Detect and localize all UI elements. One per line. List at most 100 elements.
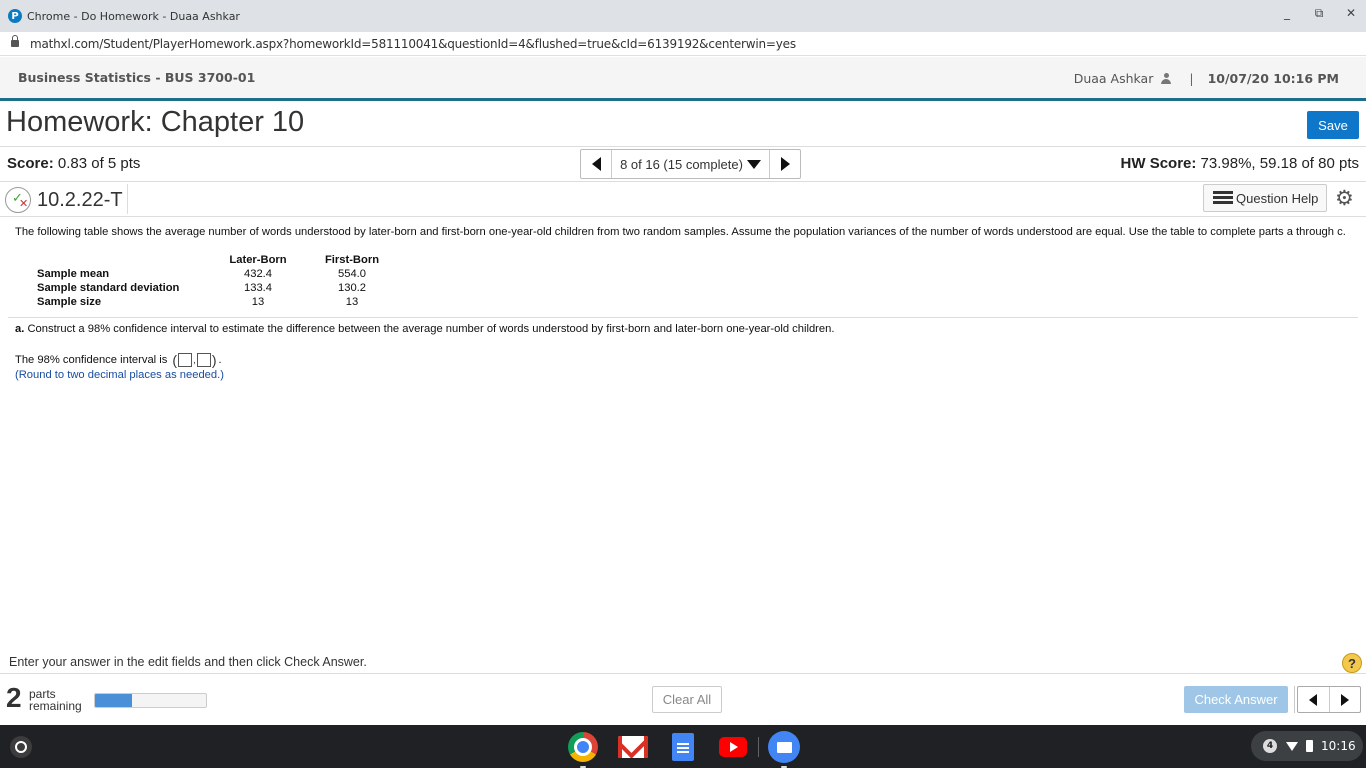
question-selector-dropdown[interactable]: 8 of 16 (15 complete) (612, 150, 769, 178)
progress-fill (95, 694, 132, 707)
minimize-icon[interactable]: _ (1280, 6, 1294, 21)
next-question-button[interactable] (769, 150, 800, 178)
ci-answer-group: ( , ) (172, 352, 216, 368)
arrow-left-icon (1309, 693, 1318, 706)
ci-comma: , (193, 354, 196, 366)
table-cell: 133.4 (244, 282, 272, 294)
chrome-icon (568, 732, 598, 762)
score-value: 0.83 of 5 pts (57, 155, 141, 172)
hw-score-label: HW Score: (1120, 155, 1197, 172)
table-row: Sample size 13 13 (33, 295, 399, 309)
part-a-question: a. Construct a 98% confidence interval t… (15, 323, 834, 335)
docs-icon (672, 733, 694, 761)
address-bar[interactable]: mathxl.com/Student/PlayerHomework.aspx?h… (0, 32, 1366, 56)
rounding-hint: (Round to two decimal places as needed.) (15, 369, 224, 381)
window-controls: _ ⧉ ✕ (1280, 6, 1358, 21)
row-label: Sample mean (37, 268, 110, 280)
system-tray[interactable]: 4 10:16 (1251, 731, 1363, 761)
youtube-icon (719, 737, 747, 757)
clear-all-button[interactable]: Clear All (652, 686, 722, 713)
course-header: Business Statistics - BUS 3700-01 Duaa A… (0, 57, 1366, 101)
launcher-icon[interactable] (10, 736, 32, 758)
user-info: Duaa Ashkar | 10/07/20 10:16 PM (1074, 71, 1339, 86)
arrow-right-icon (780, 157, 790, 171)
ci-open-paren: ( (172, 352, 178, 368)
pearson-app-icon: P (8, 9, 22, 23)
question-progress-text: 8 of 16 (15 complete) (620, 156, 743, 172)
next-question-button[interactable] (1330, 687, 1361, 712)
files-app[interactable] (768, 731, 800, 768)
dock-separator (758, 737, 759, 757)
parts-label-line2: remaining (29, 699, 82, 713)
table-cell: 130.2 (338, 282, 366, 294)
hw-score: HW Score: 73.98%, 59.18 of 80 pts (1121, 155, 1359, 172)
row-label: Sample size (37, 296, 102, 308)
row-label: Sample standard deviation (37, 282, 180, 294)
notification-count-badge: 4 (1263, 739, 1277, 753)
question-help-label: Question Help (1236, 190, 1319, 206)
battery-icon (1306, 740, 1313, 752)
confidence-interval-line: The 98% confidence interval is ( , ) . (15, 352, 222, 368)
part-a-label: a. (15, 323, 25, 335)
answer-instruction: Enter your answer in the edit fields and… (9, 655, 367, 669)
system-clock: 10:16 (1321, 739, 1356, 753)
caret-down-icon (746, 159, 761, 169)
window-title: Chrome - Do Homework - Duaa Ashkar (27, 9, 240, 23)
bottom-question-nav (1297, 686, 1361, 713)
table-row: Sample standard deviation 133.4 130.2 (33, 281, 399, 295)
ci-upper-input[interactable] (196, 353, 211, 367)
table-cell: 13 (251, 296, 265, 308)
header-separator: | (1189, 71, 1194, 86)
question-help-button[interactable]: Question Help (1203, 184, 1327, 212)
os-taskbar: 4 10:16 (0, 725, 1366, 768)
gear-icon[interactable]: ⚙ (1335, 186, 1354, 210)
close-icon[interactable]: ✕ (1344, 6, 1358, 21)
data-table: Later-Born First-Born Sample mean 432.4 … (33, 253, 399, 309)
table-cell: 13 (345, 296, 359, 308)
table-row: Sample mean 432.4 554.0 (33, 267, 399, 281)
table-header-empty (33, 253, 211, 267)
ci-period: . (218, 354, 222, 366)
files-icon (768, 731, 800, 763)
docs-app[interactable] (667, 731, 699, 763)
divider (0, 673, 1366, 674)
question-id-row: ✓ ✕ 10.2.22-T (0, 182, 1366, 216)
chrome-app[interactable] (567, 731, 599, 768)
ci-lower-input[interactable] (178, 353, 193, 367)
ci-text: The 98% confidence interval is (15, 354, 168, 366)
score: Score: 0.83 of 5 pts (7, 155, 140, 172)
question-prompt: The following table shows the average nu… (15, 226, 1346, 238)
parts-remaining-count: 2 (6, 682, 22, 713)
part-a-text: Construct a 98% confidence interval to e… (27, 323, 835, 335)
gmail-icon (618, 736, 648, 758)
score-label: Score: (7, 155, 54, 172)
x-icon: ✕ (19, 197, 29, 210)
check-answer-button[interactable]: Check Answer (1184, 686, 1288, 713)
save-button[interactable]: Save (1307, 111, 1359, 139)
divider (0, 216, 1366, 217)
restore-icon[interactable]: ⧉ (1312, 6, 1326, 21)
list-icon (1213, 191, 1233, 205)
table-header: Later-Born (229, 254, 287, 266)
question-id: 10.2.22-T (37, 189, 123, 211)
lock-icon (11, 35, 19, 48)
table-header-row: Later-Born First-Born (33, 253, 399, 267)
ci-close-paren: ) (211, 352, 217, 368)
hw-score-value: 73.98%, 59.18 of 80 pts (1200, 155, 1359, 172)
url-text[interactable]: mathxl.com/Student/PlayerHomework.aspx?h… (30, 37, 796, 51)
gmail-app[interactable] (617, 731, 649, 763)
youtube-app[interactable] (717, 731, 749, 763)
wifi-icon (1286, 741, 1298, 751)
divider (8, 317, 1358, 318)
table-cell: 432.4 (244, 268, 272, 280)
partial-credit-icon: ✓ ✕ (5, 187, 31, 213)
arrow-right-icon (1340, 693, 1349, 706)
user-name: Duaa Ashkar (1073, 71, 1154, 86)
previous-question-button[interactable] (581, 150, 612, 178)
parts-progress-bar (94, 693, 207, 708)
previous-question-button[interactable] (1298, 687, 1330, 712)
header-datetime: 10/07/20 10:16 PM (1207, 71, 1339, 86)
help-icon[interactable]: ? (1342, 653, 1362, 673)
app-dock (567, 731, 800, 768)
table-header: First-Born (324, 254, 380, 266)
